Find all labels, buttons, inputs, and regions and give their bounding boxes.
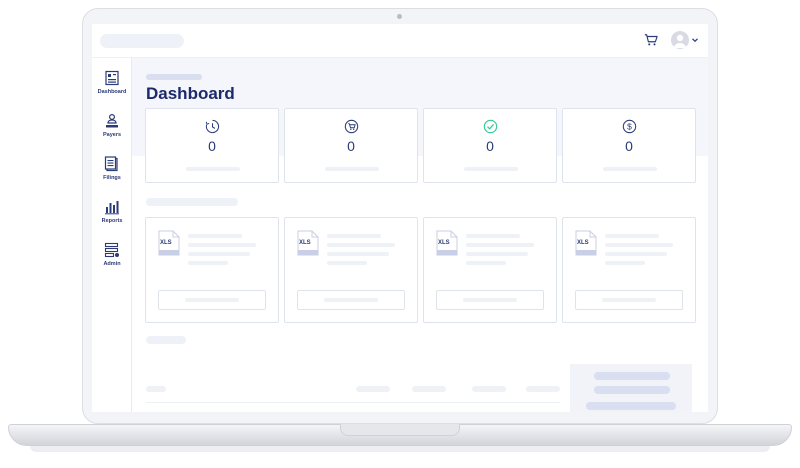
app-screen: Dashboard Payers Filings Reports Admin D… (92, 24, 708, 412)
sidebar-item-dashboard[interactable]: Dashboard (92, 70, 132, 110)
text-placeholder (188, 234, 242, 238)
text-placeholder (605, 261, 645, 265)
user-icon (673, 34, 687, 48)
laptop-shadow (30, 446, 770, 452)
sidebar-item-label: Admin (103, 261, 121, 267)
file-type-label: XLS (299, 240, 311, 246)
laptop-camera (397, 14, 402, 19)
sidebar-item-admin[interactable]: Admin (92, 242, 132, 282)
download-button[interactable] (436, 290, 544, 310)
download-button[interactable] (575, 290, 683, 310)
sidebar: Dashboard Payers Filings Reports Admin (92, 58, 132, 412)
cart-icon (344, 119, 358, 134)
top-bar (92, 24, 708, 58)
file-card[interactable]: XLS (284, 217, 418, 323)
section-title-placeholder (146, 336, 186, 344)
file-type-label: XLS (160, 240, 172, 246)
stat-label-placeholder (464, 167, 518, 171)
text-placeholder (466, 261, 506, 265)
text-placeholder (605, 252, 667, 256)
stat-label-placeholder (325, 167, 379, 171)
table-header-placeholder (526, 386, 560, 392)
text-placeholder (188, 252, 250, 256)
stat-value: 0 (625, 138, 633, 154)
check-circle-icon (483, 119, 497, 134)
stat-card-orders[interactable]: 0 (284, 108, 418, 183)
file-card[interactable]: XLS (423, 217, 557, 323)
text-placeholder (188, 243, 256, 247)
panel-placeholder (586, 402, 676, 410)
cart-icon[interactable] (644, 33, 658, 47)
search-placeholder[interactable] (100, 34, 184, 48)
text-placeholder (327, 234, 381, 238)
text-placeholder (466, 252, 528, 256)
file-card[interactable]: XLS (562, 217, 696, 323)
table-header-placeholder (472, 386, 506, 392)
text-placeholder (466, 243, 534, 247)
table-header-placeholder (146, 386, 166, 392)
chevron-down-icon[interactable] (691, 36, 699, 44)
stat-card-pending[interactable]: 0 (145, 108, 279, 183)
user-avatar[interactable] (671, 31, 689, 49)
text-placeholder (327, 252, 389, 256)
sidebar-item-filings[interactable]: Filings (92, 156, 132, 196)
panel-placeholder (594, 372, 670, 380)
stat-card-payments[interactable]: $ 0 (562, 108, 696, 183)
sidebar-item-reports[interactable]: Reports (92, 199, 132, 239)
side-panel (570, 364, 692, 412)
file-card[interactable]: XLS (145, 217, 279, 323)
page-title: Dashboard (146, 84, 235, 103)
sidebar-item-payers[interactable]: Payers (92, 113, 132, 153)
download-button[interactable] (297, 290, 405, 310)
table-header-placeholder (356, 386, 390, 392)
clock-icon (205, 119, 219, 134)
table-divider (146, 402, 560, 403)
file-type-label: XLS (577, 240, 589, 246)
reports-icon (105, 201, 119, 215)
file-type-label: XLS (438, 240, 450, 246)
text-placeholder (605, 234, 659, 238)
text-placeholder (188, 261, 228, 265)
stat-value: 0 (486, 138, 494, 154)
text-placeholder (466, 234, 520, 238)
stat-label-placeholder (603, 167, 657, 171)
payers-icon (106, 113, 118, 128)
filings-icon (104, 156, 118, 172)
dashboard-icon (105, 70, 119, 86)
download-button[interactable] (158, 290, 266, 310)
panel-placeholder (594, 386, 670, 394)
table-header-placeholder (412, 386, 446, 392)
text-placeholder (327, 243, 395, 247)
stat-label-placeholder (186, 167, 240, 171)
stat-card-completed[interactable]: 0 (423, 108, 557, 183)
laptop-notch (340, 424, 460, 436)
admin-icon (104, 242, 119, 258)
stat-value: 0 (347, 138, 355, 154)
main-content: Dashboard 0 0 0 $ 0 XLS XLS XLS XLS (132, 58, 708, 412)
section-title-placeholder (146, 198, 238, 206)
svg-text:$: $ (627, 122, 632, 132)
stat-value: 0 (208, 138, 216, 154)
sidebar-item-label: Dashboard (97, 89, 127, 95)
sidebar-item-label: Filings (103, 175, 121, 181)
sidebar-item-label: Reports (101, 218, 123, 224)
text-placeholder (327, 261, 367, 265)
sidebar-item-label: Payers (102, 132, 122, 138)
text-placeholder (605, 243, 673, 247)
breadcrumb-placeholder (146, 74, 202, 80)
dollar-icon: $ (622, 119, 636, 134)
